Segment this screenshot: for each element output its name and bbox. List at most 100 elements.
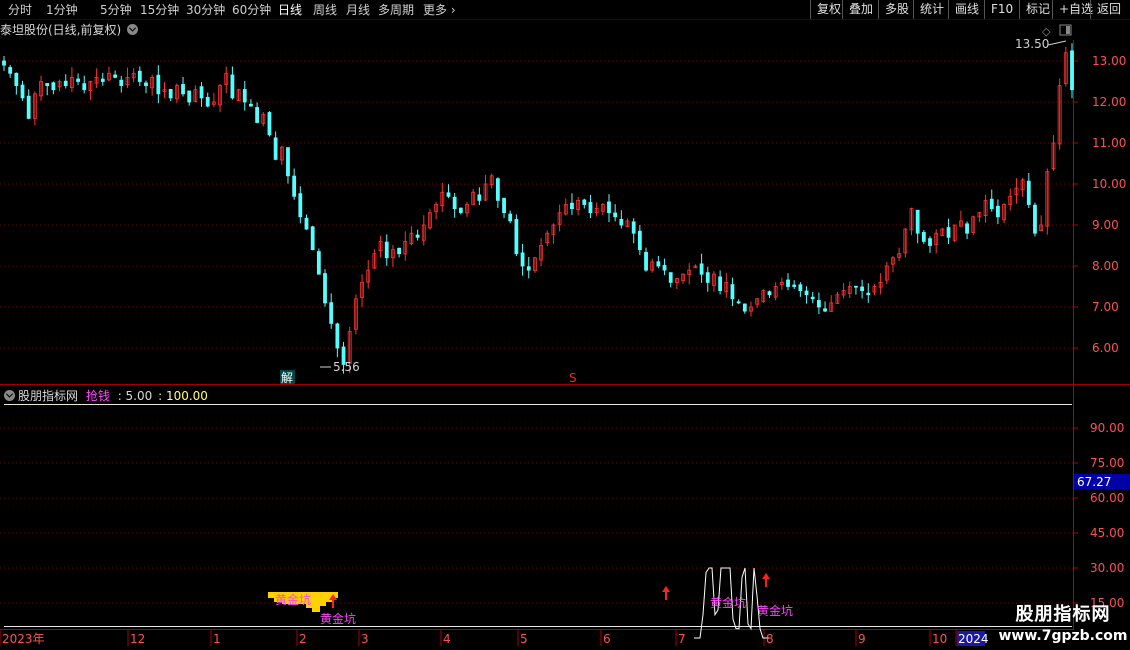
- indicator-tick-label: 60.00: [1090, 491, 1124, 505]
- candle-body: [230, 74, 235, 99]
- candle-body: [730, 284, 735, 300]
- dropdown-icon[interactable]: [127, 24, 139, 35]
- candle-body: [631, 221, 636, 234]
- candle-body: [310, 226, 315, 251]
- candle-body: [421, 224, 426, 241]
- indicator-name: 股朋指标网: [18, 389, 79, 403]
- candle-body: [878, 281, 883, 288]
- candle-body: [249, 103, 253, 107]
- candle-body: [397, 247, 401, 255]
- candle-body: [563, 204, 568, 215]
- period-15min[interactable]: 15分钟: [140, 1, 179, 18]
- time-tick-label: 9: [858, 632, 866, 646]
- candle-body: [489, 175, 494, 185]
- candle-body: [841, 290, 846, 296]
- candle-body: [1026, 180, 1031, 205]
- candle-body: [650, 261, 655, 271]
- candle-body: [637, 230, 642, 250]
- period-5min[interactable]: 5分钟: [100, 1, 132, 18]
- candle-body: [1002, 204, 1006, 221]
- period-fenshi[interactable]: 分时: [8, 1, 32, 18]
- candle-body: [119, 79, 124, 86]
- overlay-button[interactable]: 叠加: [842, 0, 879, 19]
- golden-pit-bar: [290, 592, 298, 604]
- candle-body: [816, 300, 821, 308]
- candle-body: [718, 276, 723, 291]
- stats-button[interactable]: 统计: [913, 0, 950, 19]
- candle-body: [471, 191, 476, 205]
- candle-body: [946, 227, 951, 238]
- candle-body: [242, 89, 247, 103]
- candle-body: [8, 67, 13, 74]
- more-label: 更多: [423, 3, 448, 17]
- period-daily[interactable]: 日线: [278, 1, 302, 18]
- candle-body: [495, 178, 500, 201]
- candle-body: [588, 202, 593, 214]
- candle-body: [656, 261, 661, 267]
- price-tick-label: 13.00: [1092, 54, 1126, 68]
- candle-body: [267, 112, 272, 136]
- candle-body: [928, 238, 932, 246]
- watermark-url: www.7gpzb.com: [998, 628, 1128, 644]
- candle-body: [699, 263, 704, 275]
- indicator-dropdown-icon[interactable]: [4, 390, 15, 401]
- candle-body: [983, 199, 988, 216]
- draw-button[interactable]: 画线: [948, 0, 985, 19]
- mark-button[interactable]: 标记: [1019, 0, 1056, 19]
- candle-body: [162, 89, 167, 92]
- candle-body: [391, 249, 395, 259]
- candle-body: [107, 72, 111, 81]
- candle-body: [508, 213, 513, 222]
- candle-body: [1051, 142, 1056, 170]
- time-tick-label: 3: [361, 632, 369, 646]
- time-tick-label: 12: [130, 632, 145, 646]
- golden-pit-bar: [324, 592, 332, 602]
- period-30min[interactable]: 30分钟: [186, 1, 225, 18]
- candle-body: [434, 204, 439, 213]
- candle-body: [26, 95, 31, 119]
- back-button[interactable]: 返回: [1090, 0, 1127, 19]
- candle-body: [88, 81, 93, 92]
- candle-body: [847, 286, 852, 294]
- f10-button[interactable]: F10: [984, 0, 1019, 19]
- candle-body: [823, 308, 827, 312]
- candle-body: [749, 306, 753, 312]
- candle-body: [131, 72, 136, 79]
- multi-stock-button[interactable]: 多股: [878, 0, 915, 19]
- price-tick-label: 11.00: [1092, 136, 1126, 150]
- candle-body: [304, 217, 309, 230]
- candle-body: [921, 232, 926, 242]
- period-weekly[interactable]: 周线: [313, 1, 337, 18]
- period-monthly[interactable]: 月线: [346, 1, 370, 18]
- candle-body: [570, 202, 574, 210]
- candle-body: [582, 199, 587, 205]
- period-more[interactable]: 更多 ›: [423, 1, 456, 18]
- candle-body: [557, 212, 562, 225]
- candle-body: [415, 234, 420, 238]
- price-tick-label: 7.00: [1092, 300, 1119, 314]
- candle-body: [971, 216, 976, 233]
- candle-body: [57, 81, 62, 88]
- candle-body: [32, 93, 37, 119]
- time-tick-label: 2024: [958, 632, 989, 646]
- candle-body: [292, 175, 297, 197]
- buy-arrow-icon: [762, 573, 770, 579]
- candle-body: [94, 77, 99, 84]
- time-tick-label: 5: [520, 632, 528, 646]
- candle-body: [403, 240, 408, 255]
- candle-body: [483, 183, 488, 201]
- candle-body: [286, 147, 290, 177]
- candle-body: [1033, 204, 1037, 234]
- candle-body: [607, 201, 611, 214]
- period-multi[interactable]: 多周期: [378, 1, 414, 18]
- candle-body: [526, 266, 531, 271]
- candle-body: [576, 199, 581, 211]
- stock-title-row: 泰坦股份(日线,前复权): [0, 21, 139, 38]
- candle-body: [39, 81, 43, 97]
- period-1min[interactable]: 1分钟: [46, 1, 78, 18]
- candle-body: [854, 285, 858, 288]
- time-tick-label: 2: [299, 632, 307, 646]
- unlock-marker: 解: [281, 371, 293, 385]
- candle-body: [366, 269, 371, 283]
- period-60min[interactable]: 60分钟: [232, 1, 271, 18]
